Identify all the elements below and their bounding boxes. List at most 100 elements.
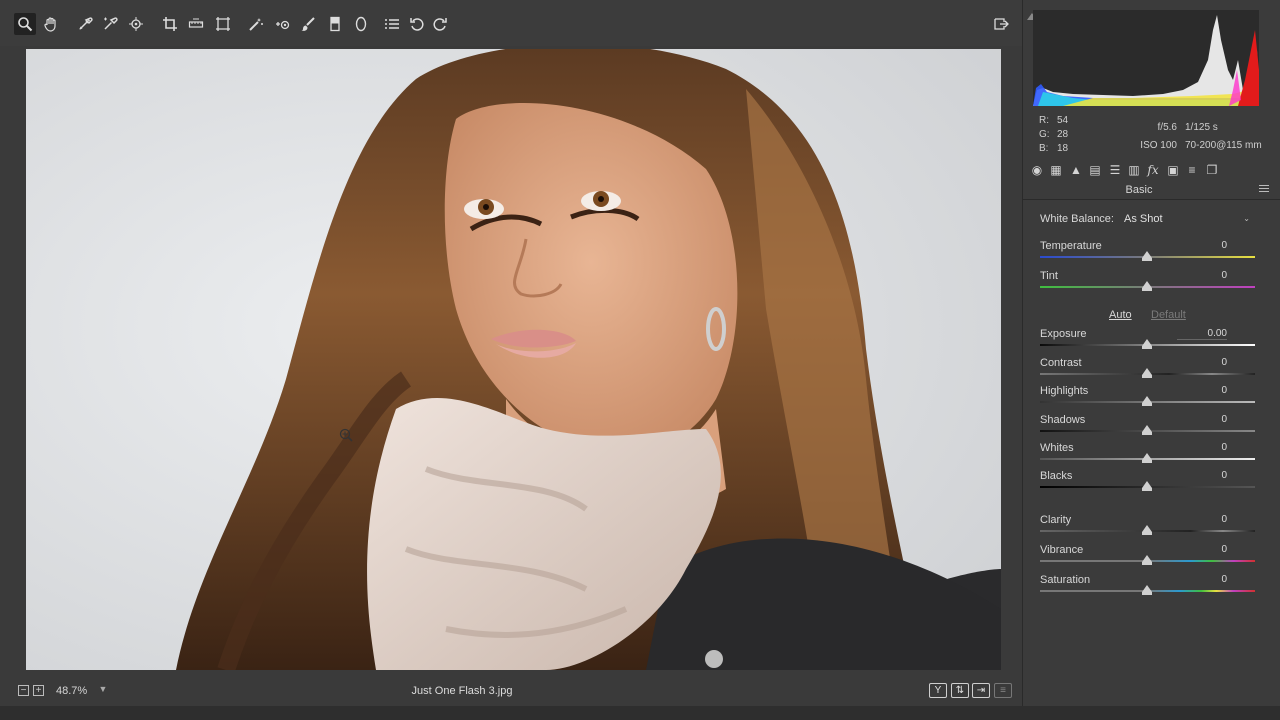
radial-filter-tool-button[interactable]	[350, 13, 372, 35]
slider-value[interactable]: 0	[1177, 414, 1227, 425]
transform-tool-button[interactable]	[212, 13, 234, 35]
slider-thumb[interactable]	[1142, 396, 1152, 406]
tab-camera-calibration[interactable]: ▣	[1165, 162, 1181, 178]
slider-value[interactable]: 0	[1177, 514, 1227, 525]
swap-settings-button[interactable]: ⇅	[951, 683, 969, 698]
tab-basic[interactable]: ◉	[1029, 162, 1045, 178]
slider-value[interactable]: 0	[1177, 270, 1227, 281]
slider-label: Blacks	[1040, 470, 1073, 482]
camera-icon: ▣	[1167, 163, 1179, 177]
before-after-view-button[interactable]: Y	[929, 683, 947, 698]
panel-menu-icon[interactable]	[1259, 185, 1269, 194]
chevron-down-icon: ⌄	[1243, 214, 1250, 223]
slider-thumb[interactable]	[1142, 555, 1152, 565]
r-value: 54	[1057, 115, 1069, 126]
blacks-slider[interactable]: Blacks 0	[1040, 470, 1255, 498]
slider-thumb[interactable]	[1142, 368, 1152, 378]
tab-split-toning[interactable]: ☰	[1107, 162, 1123, 178]
temperature-slider[interactable]: Temperature 0	[1040, 240, 1255, 268]
slider-value[interactable]: 0	[1177, 544, 1227, 555]
g-value: 28	[1057, 129, 1069, 140]
shadows-slider[interactable]: Shadows 0	[1040, 414, 1255, 442]
slider-thumb[interactable]	[1142, 281, 1152, 291]
image-canvas[interactable]	[0, 46, 1022, 676]
red-eye-tool-button[interactable]	[272, 13, 294, 35]
hsl-icon: ▤	[1089, 163, 1101, 177]
slider-thumb[interactable]	[1142, 453, 1152, 463]
slider-label: Highlights	[1040, 385, 1089, 397]
tab-presets[interactable]: ≡	[1184, 162, 1200, 178]
tab-hsl[interactable]: ▤	[1087, 162, 1103, 178]
crop-tool-button[interactable]	[159, 13, 181, 35]
slider-thumb[interactable]	[1142, 425, 1152, 435]
hand-tool-button[interactable]	[40, 13, 62, 35]
white-balance-tool-button[interactable]	[74, 13, 96, 35]
slider-value[interactable]: 0.00	[1177, 328, 1227, 340]
tint-slider[interactable]: Tint 0	[1040, 270, 1255, 298]
white-balance-label: White Balance:	[1040, 213, 1114, 225]
slider-thumb[interactable]	[1142, 251, 1152, 261]
vibrance-slider[interactable]: Vibrance 0	[1040, 544, 1255, 572]
graduated-filter-tool-button[interactable]	[324, 13, 346, 35]
split-tone-icon: ☰	[1109, 163, 1121, 177]
rotate-left-tool-button[interactable]	[406, 13, 428, 35]
spot-removal-icon	[249, 18, 263, 31]
photo-preview[interactable]	[26, 49, 1001, 670]
slider-label: Tint	[1040, 270, 1058, 282]
tab-snapshots[interactable]: ❐	[1204, 162, 1220, 178]
tab-detail[interactable]: ▲	[1068, 162, 1084, 178]
slider-value[interactable]: 0	[1177, 385, 1227, 396]
fx-icon: fx	[1147, 163, 1159, 177]
r-label: R:	[1039, 115, 1049, 126]
default-button[interactable]: Default	[1151, 309, 1186, 321]
white-balance-value: As Shot	[1124, 213, 1163, 225]
slider-value[interactable]: 0	[1177, 470, 1227, 481]
toggle-settings-button[interactable]: ≡	[994, 683, 1012, 698]
clarity-slider[interactable]: Clarity 0	[1040, 514, 1255, 542]
rotate-cw-icon	[433, 18, 447, 31]
b-label: B:	[1039, 143, 1049, 154]
slider-value[interactable]: 0	[1177, 357, 1227, 368]
auto-button[interactable]: Auto	[1109, 309, 1132, 321]
slider-value[interactable]: 0	[1177, 574, 1227, 585]
color-sampler-tool-button[interactable]	[99, 13, 121, 35]
rotate-right-tool-button[interactable]	[429, 13, 451, 35]
magnifier-icon	[18, 17, 33, 32]
zoom-tool-button[interactable]	[14, 13, 36, 35]
adjustment-brush-tool-button[interactable]	[297, 13, 319, 35]
slider-thumb[interactable]	[1142, 339, 1152, 349]
eyedropper-icon	[79, 17, 93, 30]
fullscreen-toggle-button[interactable]	[990, 13, 1012, 35]
copy-settings-button[interactable]: ⇥	[972, 683, 990, 698]
tab-tone-curve[interactable]: ▦	[1048, 162, 1064, 178]
divider	[1023, 199, 1280, 200]
slider-label: Clarity	[1040, 514, 1072, 526]
tab-effects[interactable]: fx	[1145, 162, 1161, 178]
graduated-filter-icon	[330, 16, 340, 32]
contrast-slider[interactable]: Contrast 0	[1040, 357, 1255, 385]
straighten-tool-button[interactable]	[185, 13, 207, 35]
preferences-tool-button[interactable]	[381, 13, 403, 35]
panel-tabs: ◉ ▦ ▲ ▤ ☰ ▥ fx ▣ ≡ ❐	[1029, 162, 1275, 180]
highlights-slider[interactable]: Highlights 0	[1040, 385, 1255, 413]
saturation-slider[interactable]: Saturation 0	[1040, 574, 1255, 602]
rotate-ccw-icon	[410, 18, 424, 31]
target-adjust-icon	[129, 17, 143, 31]
slider-thumb[interactable]	[1142, 525, 1152, 535]
color-sampler-icon	[104, 17, 118, 30]
rgb-readout: R: 54 G: 28 B: 18	[1039, 114, 1068, 156]
slider-value[interactable]: 0	[1177, 442, 1227, 453]
slider-thumb[interactable]	[1142, 481, 1152, 491]
exposure-slider[interactable]: Exposure 0.00	[1040, 328, 1255, 356]
spot-removal-tool-button[interactable]	[245, 13, 267, 35]
white-balance-select[interactable]: As Shot ⌄	[1120, 211, 1254, 227]
aperture: f/5.6	[1157, 122, 1177, 133]
fullscreen-icon	[994, 18, 1009, 30]
mountains-icon: ▲	[1070, 163, 1082, 177]
lens-icon: ▥	[1128, 163, 1140, 177]
tab-lens-corrections[interactable]: ▥	[1126, 162, 1142, 178]
slider-value[interactable]: 0	[1177, 240, 1227, 251]
targeted-adjustment-tool-button[interactable]	[125, 13, 147, 35]
whites-slider[interactable]: Whites 0	[1040, 442, 1255, 470]
slider-thumb[interactable]	[1142, 585, 1152, 595]
